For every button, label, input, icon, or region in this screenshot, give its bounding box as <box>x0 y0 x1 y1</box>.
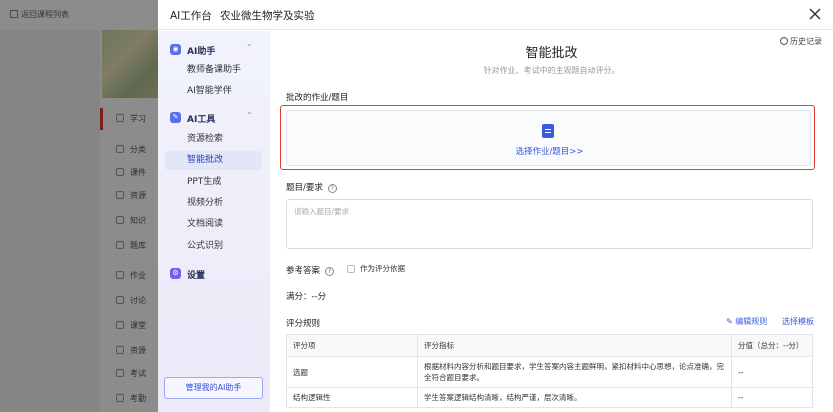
sidebar-item-resource-search[interactable]: 资源检索 <box>165 130 262 149</box>
sidebar-item-video-analysis[interactable]: 视频分析 <box>165 194 262 213</box>
chevron-up-icon[interactable]: ⌃ <box>246 43 253 52</box>
robot-icon: ◉ <box>170 44 181 55</box>
sidebar-group-ai-assistant[interactable]: ◉ AI助手 ⌃ <box>170 42 262 58</box>
close-icon[interactable] <box>808 7 822 21</box>
answer-label: 参考答案? <box>286 264 335 276</box>
sidebar-item-ppt-generation[interactable]: PPT生成 <box>165 173 262 192</box>
select-template-button[interactable]: 选择模板 <box>782 316 814 327</box>
group-label: AI工具 <box>187 115 216 125</box>
tool-icon: ✎ <box>170 112 181 123</box>
sidebar: ◉ AI助手 ⌃ 教师备课助手 AI智能学伴 ✎ AI工具 ⌃ 资源检索 智能批… <box>158 31 270 412</box>
dialog-header: AI工作台 农业微生物学及实验 <box>158 0 833 30</box>
column-header: 分值（总分：--分） <box>731 334 813 357</box>
main-panel: 历史记录 智能批改 针对作业、考试中的主观题自动评分。 批改的作业/题目 选择作… <box>270 31 833 412</box>
checkbox-label: 作为评分依据 <box>360 264 405 273</box>
sidebar-item-formula-recognition[interactable]: 公式识别 <box>165 237 262 256</box>
table-cell: -- <box>731 356 813 388</box>
column-header: 评分项 <box>286 334 418 357</box>
sidebar-item-ai-companion[interactable]: AI智能学伴 <box>165 82 262 101</box>
question-label: 题目/要求? <box>286 181 337 193</box>
document-icon <box>542 124 554 138</box>
sidebar-group-ai-tools[interactable]: ✎ AI工具 ⌃ <box>170 110 262 126</box>
table-cell: 学生答案逻辑结构清晰，结构严谨，层次清晰。 <box>417 387 732 408</box>
question-input[interactable] <box>286 199 813 249</box>
help-icon[interactable]: ? <box>327 184 337 193</box>
sidebar-item-smart-grading[interactable]: 智能批改 <box>165 151 262 170</box>
page-title: 智能批改 <box>525 46 578 61</box>
table-row: 选题 根据材料内容分析和题目要求，学生答案内容主题鲜明，紧扣材料中心思想，论点准… <box>286 356 813 388</box>
table-cell: 结构逻辑性 <box>286 387 418 408</box>
column-header: 评分指标 <box>417 334 732 357</box>
table-header-row: 评分项 评分指标 分值（总分：--分） <box>286 334 813 357</box>
table-cell: -- <box>731 387 813 408</box>
table-cell: 选题 <box>286 356 418 388</box>
assignment-label: 批改的作业/题目 <box>286 93 349 103</box>
edit-icon: ✎ <box>726 317 736 326</box>
ai-workbench-dialog: AI工作台 农业微生物学及实验 ◉ AI助手 ⌃ 教师备课助手 AI智能学伴 ✎… <box>158 0 833 412</box>
table-row: 结构逻辑性 学生答案逻辑结构清晰，结构严谨，层次清晰。 -- <box>286 387 813 408</box>
edit-rules-button[interactable]: ✎ 编辑规则 <box>726 316 767 327</box>
sidebar-item-lesson-prep[interactable]: 教师备课助手 <box>165 61 262 80</box>
page-subtitle: 针对作业、考试中的主观题自动评分。 <box>483 66 620 75</box>
group-label: 设置 <box>187 271 206 281</box>
use-as-scoring-basis-checkbox[interactable] <box>347 265 355 273</box>
help-icon[interactable]: ? <box>325 267 335 276</box>
sidebar-item-document-reading[interactable]: 文档阅读 <box>165 215 262 234</box>
rules-label: 评分规则 <box>286 319 321 329</box>
course-name: 农业微生物学及实验 <box>220 10 315 22</box>
settings-icon: ⚙ <box>170 268 181 279</box>
select-assignment-link[interactable]: 选择作业/题目>> <box>287 145 812 157</box>
scoring-rules-table: 评分项 评分指标 分值（总分：--分） 选题 根据材料内容分析和题目要求，学生答… <box>286 334 813 408</box>
group-label: AI助手 <box>187 47 216 57</box>
table-cell: 根据材料内容分析和题目要求，学生答案内容主题鲜明，紧扣材料中心思想，论点准确，完… <box>417 356 732 388</box>
chevron-up-icon[interactable]: ⌃ <box>246 111 253 120</box>
dialog-title: AI工作台 <box>170 10 212 22</box>
sidebar-group-settings[interactable]: ⚙ 设置 <box>170 266 262 282</box>
select-assignment-box[interactable]: 选择作业/题目>> <box>286 110 811 166</box>
full-score: 满分：--分 <box>286 292 327 302</box>
manage-ai-assistant-button[interactable]: 管理我的AI助手 <box>164 377 263 399</box>
